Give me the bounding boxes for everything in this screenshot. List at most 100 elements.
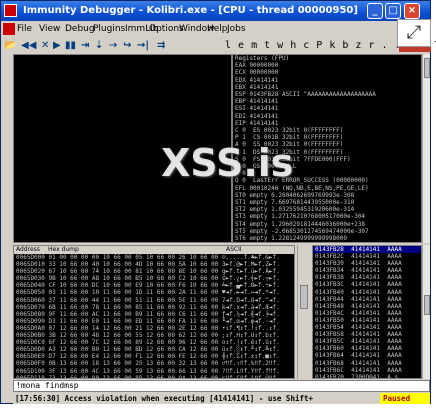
register-row[interactable]: ST2 empty 1.0325594531920600e-314	[235, 206, 421, 213]
stack-row[interactable]: 0143FB30 41414141 AAAA	[313, 260, 421, 267]
dump-row[interactable]: 0065D110 73 13 66 00 80 13 66 00 8D 13 6…	[14, 375, 294, 378]
command-input[interactable]: !mona findmsp	[13, 380, 430, 392]
dump-scrollbar[interactable]	[297, 245, 310, 379]
register-row[interactable]: EBX 41414141	[235, 84, 421, 91]
registers-scrollbar[interactable]	[422, 54, 430, 243]
status-bar: [17:56:30] Access violation when executi…	[13, 393, 430, 404]
menu-view[interactable]: View	[39, 21, 60, 38]
stack-pane[interactable]: 0143FB28 41414141 AAAA 0143FB2C 41414141 …	[312, 245, 422, 379]
run-icon[interactable]: ▶	[53, 38, 61, 54]
trace-over-icon[interactable]: ↪	[123, 38, 131, 54]
scroll-thumb[interactable]	[424, 295, 430, 315]
stack-row[interactable]: 0143FB48 41414141 AAAA	[313, 303, 421, 310]
stack-row[interactable]: 0143FB54 41414141 AAAA	[313, 324, 421, 331]
dump-row[interactable]: 0065D0A0 07 12 66 00 14 12 66 00 21 12 6…	[14, 325, 294, 332]
menu-help[interactable]: Help	[207, 21, 228, 38]
close-button[interactable]: ×	[404, 3, 420, 19]
registers-header: Registers (FPU)	[235, 55, 421, 63]
stack-row[interactable]: 0143FB34 41414141 AAAA	[313, 267, 421, 274]
stack-row[interactable]: 0143FB70 7300D041 A.s	[313, 374, 421, 378]
goto-icon[interactable]: ⇉	[157, 38, 165, 54]
dump-col-ascii[interactable]: ASCII	[226, 246, 242, 254]
stack-lines: 0143FB28 41414141 AAAA 0143FB2C 41414141 …	[313, 246, 421, 378]
dump-row[interactable]: 0065D0E0 D7 12 66 00 E4 12 66 00 F1 12 6…	[14, 353, 294, 360]
dump-row[interactable]: 0065D010 33 10 66 00 40 10 66 00 4D 10 6…	[14, 261, 294, 268]
dump-row[interactable]: 0065D0B0 3B 12 66 00 48 12 66 00 55 12 6…	[14, 332, 294, 339]
debugger-window: Immunity Debugger - Kolibri.exe - [CPU -…	[0, 0, 436, 404]
stack-row[interactable]: 0143FB28 41414141 AAAA	[313, 246, 421, 254]
stack-row[interactable]: 0143FB5C 41414141 AAAA	[313, 338, 421, 345]
dump-lines: 0065D000 01 00 00 00 00 10 66 00 05 10 6…	[14, 254, 294, 378]
menu-app-icon	[3, 23, 15, 35]
register-row[interactable]: ST5 empty -2.0685301274569474000e-307	[235, 228, 421, 235]
stack-row[interactable]: 0143FB40 41414141 AAAA	[313, 289, 421, 296]
stack-scrollbar[interactable]	[422, 245, 430, 379]
stack-row[interactable]: 0143FB64 41414141 AAAA	[313, 352, 421, 359]
register-row[interactable]: ECX 00000000	[235, 69, 421, 76]
close-debuggee-icon[interactable]: ✕	[41, 38, 49, 54]
register-row[interactable]: ST7 empty 1.2519775166695107000e-312	[235, 242, 421, 243]
scroll-thumb[interactable]	[300, 285, 308, 309]
register-row[interactable]: ST3 empty 1.2717621076800517000e-304	[235, 213, 421, 220]
dump-row[interactable]: 0065D070 6B 11 66 00 78 11 66 00 85 11 6…	[14, 304, 294, 311]
minimize-button[interactable]: _	[367, 3, 383, 19]
stack-row[interactable]: 0143FB60 41414141 AAAA	[313, 345, 421, 352]
dump-row[interactable]: 0065D100 3F 13 66 00 4C 13 66 00 59 13 6…	[14, 368, 294, 375]
dump-row[interactable]: 0065D080 9F 11 66 00 AC 11 66 00 B9 11 6…	[14, 311, 294, 318]
app-icon	[4, 4, 17, 17]
open-icon[interactable]: 📂	[4, 38, 16, 54]
step-into-icon[interactable]: ⇥	[81, 38, 89, 54]
expand-icon[interactable]: ⤢	[397, 19, 431, 47]
menu-debug[interactable]: Debug	[65, 21, 95, 38]
window-title: Immunity Debugger - Kolibri.exe - [CPU -…	[23, 5, 358, 16]
pause-icon[interactable]: ▮▮	[65, 38, 76, 54]
stack-row[interactable]: 0143FB38 41414141 AAAA	[313, 274, 421, 281]
dump-col-address[interactable]: Address	[16, 246, 40, 254]
stack-row[interactable]: 0143FB3C 41414141 AAAA	[313, 281, 421, 288]
stack-row[interactable]: 0143FB68 41414141 AAAA	[313, 360, 421, 367]
menu-bar: File View Debug Plugins ImmLib Options W…	[1, 21, 430, 38]
register-row[interactable]: ST4 empty 1.2960291814446036000e+238	[235, 221, 421, 228]
register-row[interactable]: ST0 empty 6.2604062699769993e-308	[235, 192, 421, 199]
execute-till-return-icon[interactable]: →|	[137, 38, 149, 54]
step-over-icon[interactable]: ⇣	[95, 38, 103, 54]
dump-row[interactable]: 0065D040 CF 10 66 00 DC 10 66 00 E9 10 6…	[14, 282, 294, 289]
register-row[interactable]: EBP 41414141	[235, 98, 421, 105]
stack-row[interactable]: 0143FB50 41414141 AAAA	[313, 317, 421, 324]
toolbar: 📂 ◀◀ ✕ ▶ ▮▮ ⇥ ⇣ ⇢ ↪ →| ⇉ l e m t w h c P…	[1, 38, 436, 54]
title-bar[interactable]: Immunity Debugger - Kolibri.exe - [CPU -…	[1, 1, 430, 21]
menu-plugins[interactable]: Plugins	[93, 21, 125, 38]
dump-row[interactable]: 0065D090 D3 11 66 00 E0 11 66 00 ED 11 6…	[14, 318, 294, 325]
register-row[interactable]: EAX 00000000	[235, 62, 421, 69]
maximize-button[interactable]: □	[385, 3, 401, 19]
dump-header: Address Hex dump ASCII	[14, 246, 294, 254]
register-row[interactable]: EFL 00010246 (NO,NB,E,BE,NS,PE,GE,LE)	[235, 185, 421, 192]
register-row[interactable]: EIP 41414141	[235, 120, 421, 127]
stack-row[interactable]: 0143FB2C 41414141 AAAA	[313, 253, 421, 260]
stack-row[interactable]: 0143FB58 41414141 AAAA	[313, 331, 421, 338]
dump-row[interactable]: 0065D0F0 0B 13 66 00 18 13 66 00 25 13 6…	[14, 360, 294, 367]
register-row[interactable]: EDI 41414141	[235, 113, 421, 120]
register-row[interactable]: C 0 ES 0023 32bit 0(FFFFFFFF)	[235, 127, 421, 134]
stack-row[interactable]: 0143FB4C 41414141 AAAA	[313, 310, 421, 317]
trace-into-icon[interactable]: ⇢	[109, 38, 117, 54]
restart-icon[interactable]: ◀◀	[21, 38, 36, 54]
watermark: XSS.is	[161, 141, 294, 185]
register-row[interactable]: ESP 0143FB28 ASCII "AAAAAAAAAAAAAAAAAAA	[235, 91, 421, 98]
dump-row[interactable]: 0065D000 01 00 00 00 00 10 66 00 05 10 6…	[14, 254, 294, 261]
register-row[interactable]: ST6 empty 1.2281249999999998000	[235, 235, 421, 242]
hex-dump-pane[interactable]: Address Hex dump ASCII 0065D000 01 00 00…	[13, 245, 295, 379]
register-row[interactable]: EDX 41414141	[235, 77, 421, 84]
status-state-badge: Paused	[380, 393, 430, 404]
dump-row[interactable]: 0065D050 03 11 66 00 10 11 66 00 1D 11 6…	[14, 289, 294, 296]
status-message: [17:56:30] Access violation when executi…	[15, 394, 314, 403]
dump-row[interactable]: 0065D060 37 11 66 00 44 11 66 00 51 11 6…	[14, 297, 294, 304]
stack-row[interactable]: 0143FB6C 41414141 AAAA	[313, 367, 421, 374]
register-row[interactable]: ST1 empty 7.6697681443955000e-310	[235, 199, 421, 206]
scroll-thumb[interactable]	[424, 58, 430, 78]
menu-file[interactable]: File	[17, 21, 32, 38]
dump-col-hex[interactable]: Hex dump	[48, 246, 79, 254]
stack-row[interactable]: 0143FB44 41414141 AAAA	[313, 296, 421, 303]
menu-jobs[interactable]: Jobs	[227, 21, 246, 38]
register-row[interactable]: ESI 41414141	[235, 105, 421, 112]
